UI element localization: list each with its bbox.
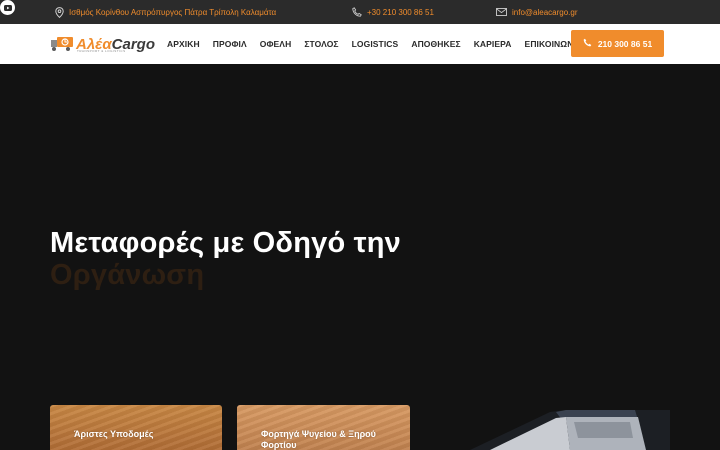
feature-card-infrastructure[interactable]: Άριστες Υποδομές: [50, 405, 222, 450]
phone-info[interactable]: +30 210 300 86 51: [352, 0, 434, 24]
nav-item-profile[interactable]: ΠΡΟΦΙΛ: [213, 39, 247, 49]
main-navigation: ΑΡΧΙΚΗ ΠΡΟΦΙΛ ΟΦΕΛΗ ΣΤΟΛΟΣ LOGISTICS ΑΠΟ…: [167, 24, 595, 64]
card-background-image: [50, 405, 222, 450]
call-button[interactable]: 210 300 86 51: [571, 30, 664, 57]
site-logo[interactable]: ΑλέαCargo TRANSPORT & LOGISTICS: [50, 32, 155, 56]
address-info: Ισθμός Κορίνθου Ασπρόπυργος Πάτρα Τρίπολ…: [55, 0, 276, 24]
nav-item-careers[interactable]: ΚΑΡΙΕΡΑ: [474, 39, 512, 49]
logo-tagline: TRANSPORT & LOGISTICS: [77, 49, 126, 53]
phone-icon: [352, 7, 362, 17]
feature-card-trucks[interactable]: Φορτηγά Ψυγείου & Ξηρού Φορτίου: [237, 405, 410, 450]
phone-icon: [583, 38, 592, 49]
youtube-icon[interactable]: [0, 0, 15, 15]
hero-subtitle: Οργάνωση: [50, 259, 205, 291]
nav-item-logistics[interactable]: LOGISTICS: [352, 39, 399, 49]
nav-item-warehouses[interactable]: ΑΠΟΘΗΚΕΣ: [411, 39, 460, 49]
nav-item-benefits[interactable]: ΟΦΕΛΗ: [260, 39, 292, 49]
truck-logo-icon: [50, 35, 74, 53]
mail-icon: [496, 8, 507, 16]
email-link[interactable]: info@aleacargo.gr: [512, 8, 578, 17]
map-pin-icon: [55, 6, 64, 18]
email-info[interactable]: info@aleacargo.gr: [496, 0, 578, 24]
nav-item-fleet[interactable]: ΣΤΟΛΟΣ: [304, 39, 338, 49]
hero-title: Μεταφορές με Οδηγό την: [50, 227, 402, 259]
feature-card-label: Φορτηγά Ψυγείου & Ξηρού Φορτίου: [261, 429, 376, 450]
call-button-label: 210 300 86 51: [597, 38, 653, 49]
address-text: Ισθμός Κορίνθου Ασπρόπυργος Πάτρα Τρίπολ…: [69, 7, 277, 17]
phone-link[interactable]: +30 210 300 86 51: [367, 8, 434, 17]
feature-card-label: Άριστες Υποδομές: [74, 429, 154, 439]
nav-item-home[interactable]: ΑΡΧΙΚΗ: [167, 39, 200, 49]
main-header: ΑλέαCargo TRANSPORT & LOGISTICS ΑΡΧΙΚΗ Π…: [0, 24, 720, 64]
truck-image: [470, 410, 670, 450]
top-info-bar: Ισθμός Κορίνθου Ασπρόπυργος Πάτρα Τρίπολ…: [0, 0, 720, 24]
hero-section: Μεταφορές με Οδηγό την Οργάνωση Άριστες …: [0, 64, 720, 450]
